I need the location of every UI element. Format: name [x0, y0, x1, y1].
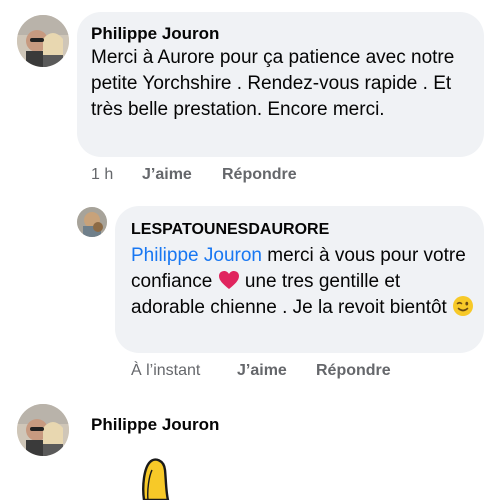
sticker-image: [138, 458, 174, 500]
comment-bubble: Philippe Jouron Merci à Aurore pour ça p…: [77, 12, 484, 157]
reply-timestamp[interactable]: À l’instant: [131, 362, 200, 380]
comment-author[interactable]: Philippe Jouron: [91, 23, 219, 45]
reply-author[interactable]: LESPATOUNESDAURORE: [131, 219, 329, 241]
avatar-philippe-jouron-2[interactable]: [17, 404, 69, 456]
comment-timestamp[interactable]: 1 h: [91, 166, 113, 184]
comment-actions: 1 h J’aime Répondre: [91, 166, 351, 188]
reply-text: Philippe Jouron merci à vous pour votre …: [131, 243, 476, 321]
reply-actions: À l’instant J’aime Répondre: [131, 362, 431, 384]
reply-bubble: LESPATOUNESDAURORE Philippe Jouron merci…: [115, 206, 484, 353]
mention-link[interactable]: Philippe Jouron: [131, 245, 262, 266]
reply-button[interactable]: Répondre: [222, 166, 297, 184]
like-button[interactable]: J’aime: [142, 166, 192, 184]
avatar-philippe-jouron[interactable]: [17, 15, 69, 67]
red-heart-icon: [218, 270, 240, 290]
third-comment-author[interactable]: Philippe Jouron: [91, 415, 219, 435]
reply-reply-button[interactable]: Répondre: [316, 362, 391, 380]
reply-like-button[interactable]: J’aime: [237, 362, 287, 380]
avatar-lespatounesdaurore[interactable]: [77, 207, 107, 237]
comment-text: Merci à Aurore pour ça patience avec not…: [91, 47, 455, 120]
winking-face-icon: [452, 295, 474, 317]
